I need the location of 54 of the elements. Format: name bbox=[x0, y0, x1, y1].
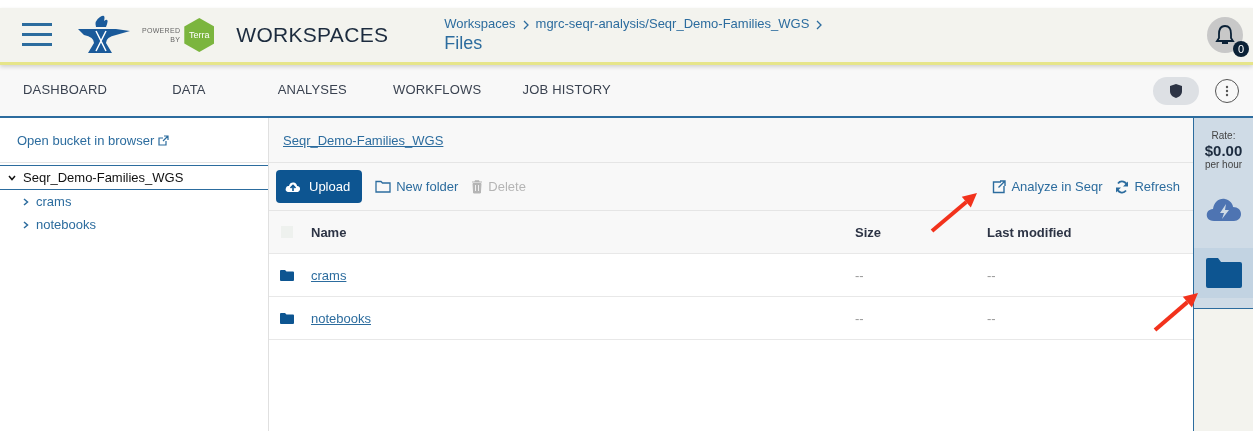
page-title: Files bbox=[444, 33, 484, 54]
annotation-arrow bbox=[1153, 293, 1198, 332]
folder-icon[interactable] bbox=[1205, 258, 1242, 288]
external-link-icon bbox=[158, 134, 170, 146]
open-bucket-link[interactable]: Open bucket in browser bbox=[17, 132, 155, 148]
rate-value: $0.00 bbox=[1204, 142, 1243, 159]
nav-tab[interactable]: WORKFLOWS bbox=[393, 65, 482, 116]
column-header[interactable]: Size bbox=[855, 224, 987, 240]
path-link[interactable]: Seqr_Demo-Families_WGS bbox=[283, 132, 444, 148]
tree-item[interactable]: notebooks bbox=[36, 217, 96, 232]
chevron-right-icon[interactable] bbox=[23, 220, 29, 229]
upload-button[interactable]: Upload bbox=[276, 170, 363, 203]
rate-label: Rate: bbox=[1211, 130, 1236, 141]
trash-icon bbox=[471, 179, 484, 194]
size-cell: -- bbox=[855, 310, 864, 326]
folder-icon bbox=[280, 269, 294, 281]
tree-item[interactable]: crams bbox=[36, 194, 72, 209]
notification-count: 0 bbox=[1233, 41, 1249, 57]
app-title: WORKSPACES bbox=[236, 23, 389, 47]
column-header[interactable]: Last modified bbox=[987, 224, 1193, 240]
refresh-button[interactable]: Refresh bbox=[1115, 179, 1180, 194]
cloud-upload-icon bbox=[285, 180, 301, 193]
external-edit-icon bbox=[992, 179, 1007, 194]
nav-tab[interactable]: DATA bbox=[172, 65, 206, 116]
size-cell: -- bbox=[855, 267, 864, 283]
bell-icon bbox=[1215, 24, 1235, 46]
folder-outline-icon bbox=[375, 180, 392, 193]
annotation-arrow bbox=[930, 193, 977, 233]
refresh-icon bbox=[1115, 179, 1130, 194]
rate-unit: per hour bbox=[1204, 159, 1243, 170]
more-icon bbox=[1225, 84, 1229, 97]
chevron-right-icon bbox=[816, 20, 823, 30]
cloud-lightning-icon[interactable] bbox=[1205, 196, 1242, 222]
chevron-down-icon[interactable] bbox=[8, 174, 16, 181]
folder-link[interactable]: crams bbox=[311, 267, 347, 283]
folder-button[interactable]: New folder bbox=[375, 179, 459, 194]
shield-icon bbox=[1169, 82, 1183, 99]
folder-icon bbox=[280, 312, 294, 324]
nav-tab[interactable]: DASHBOARD bbox=[23, 65, 108, 116]
nav-tab[interactable]: JOB HISTORY bbox=[522, 65, 611, 116]
modified-cell: -- bbox=[987, 310, 996, 326]
tree-item[interactable]: Seqr_Demo-Families_WGS bbox=[23, 170, 184, 185]
breadcrumb-link[interactable]: Workspaces bbox=[444, 16, 516, 31]
chevron-right-icon[interactable] bbox=[23, 197, 29, 206]
terra-badge: Terra bbox=[184, 18, 215, 52]
nav-tab[interactable]: ANALYSES bbox=[277, 65, 347, 116]
chevron-right-icon bbox=[522, 20, 529, 30]
breadcrumb-link[interactable]: mgrc-seqr-analysis/Seqr_Demo-Families_WGS bbox=[535, 16, 810, 31]
shield-button[interactable] bbox=[1153, 76, 1199, 105]
folder-link[interactable]: notebooks bbox=[311, 310, 371, 326]
external-button[interactable]: Analyze in Seqr bbox=[992, 179, 1103, 194]
modified-cell: -- bbox=[987, 267, 996, 283]
column-header[interactable]: Name bbox=[311, 224, 855, 240]
notification-button[interactable] bbox=[1207, 17, 1243, 53]
